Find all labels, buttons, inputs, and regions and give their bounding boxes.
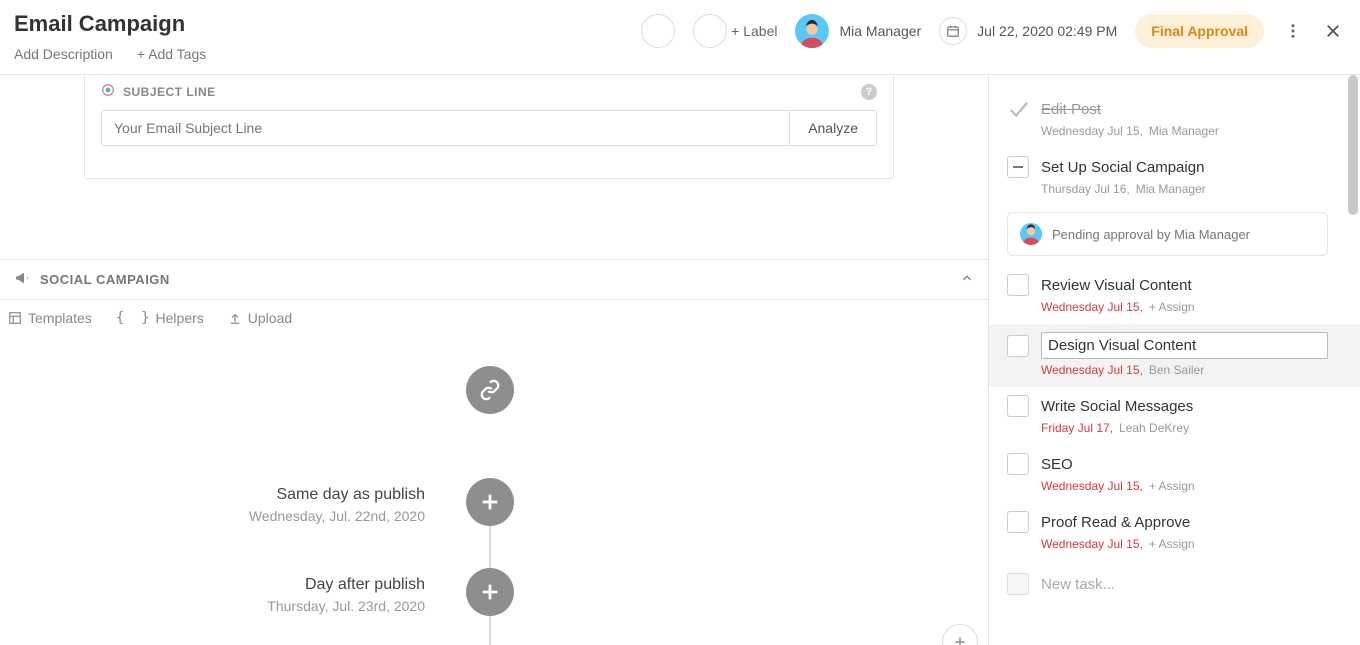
task-due-3: Wednesday Jul 15,: [1041, 363, 1143, 377]
approval-text: Pending approval by Mia Manager: [1052, 227, 1250, 242]
add-slot-0-button[interactable]: [466, 478, 514, 526]
task-due-6: Wednesday Jul 15,: [1041, 537, 1143, 551]
page-title[interactable]: Email Campaign: [14, 10, 641, 38]
task-due-5: Wednesday Jul 15,: [1041, 479, 1143, 493]
task-check-2[interactable]: [1007, 274, 1029, 296]
templates-button[interactable]: Templates: [8, 310, 92, 326]
task-item-1[interactable]: Set Up Social Campaign Thursday Jul 16, …: [989, 148, 1360, 206]
add-slot-1-button[interactable]: [466, 568, 514, 616]
social-section-label: SOCIAL CAMPAIGN: [40, 272, 170, 287]
megaphone-icon: [14, 270, 30, 289]
new-task-row[interactable]: New task...: [989, 561, 1360, 607]
helpers-button[interactable]: { } Helpers: [116, 310, 204, 326]
subject-head: SUBJECT LINE ?: [101, 83, 877, 100]
task-title-6: Proof Read & Approve: [1041, 514, 1190, 531]
task-item-5[interactable]: SEO Wednesday Jul 15, + Assign: [989, 445, 1360, 503]
owner-segment[interactable]: Mia Manager: [795, 14, 921, 48]
templates-label: Templates: [28, 310, 92, 326]
task-due-2: Wednesday Jul 15,: [1041, 300, 1143, 314]
upload-label: Upload: [248, 310, 292, 326]
task-title-4: Write Social Messages: [1041, 398, 1193, 415]
task-title-input-3[interactable]: [1041, 332, 1328, 359]
link-button[interactable]: [466, 366, 514, 414]
owner-name: Mia Manager: [839, 23, 921, 39]
new-task-placeholder: New task...: [1041, 576, 1115, 593]
task-assignee-4[interactable]: Leah DeKrey: [1119, 421, 1189, 435]
task-due-0: Wednesday Jul 15,: [1041, 124, 1143, 138]
slot-1-title: Day after publish: [200, 576, 425, 594]
slot-1-date: Thursday, Jul. 23rd, 2020: [200, 598, 425, 614]
owner-avatar: [795, 14, 829, 48]
task-item-0[interactable]: Edit Post Wednesday Jul 15, Mia Manager: [989, 90, 1360, 148]
subject-row: Analyze: [101, 110, 877, 146]
task-item-6[interactable]: Proof Read & Approve Wednesday Jul 15, +…: [989, 503, 1360, 561]
timeline-connector-1: [489, 616, 491, 645]
approval-avatar: [1020, 223, 1042, 245]
subject-input[interactable]: [102, 111, 789, 145]
slot-0-title: Same day as publish: [200, 486, 425, 504]
task-assignee-0[interactable]: Mia Manager: [1149, 124, 1219, 138]
task-assignee-6[interactable]: + Assign: [1149, 537, 1195, 551]
label-swatch: [693, 14, 727, 48]
task-check-done-icon[interactable]: [1007, 98, 1029, 120]
chevron-up-icon[interactable]: [960, 271, 974, 288]
task-assignee-2[interactable]: + Assign: [1149, 300, 1195, 314]
task-check-indeterminate[interactable]: [1007, 156, 1029, 178]
task-item-3[interactable]: Wednesday Jul 15, Ben Sailer: [989, 324, 1360, 387]
slot-1: Day after publish Thursday, Jul. 23rd, 2…: [200, 576, 425, 614]
task-title-0: Edit Post: [1041, 101, 1101, 118]
task-assignee-5[interactable]: + Assign: [1149, 479, 1195, 493]
add-floating-button[interactable]: [942, 624, 978, 645]
task-due-4: Friday Jul 17,: [1041, 421, 1113, 435]
add-tags[interactable]: + Add Tags: [137, 46, 206, 62]
subheader: Add Description + Add Tags: [14, 46, 641, 62]
task-assignee-3[interactable]: Ben Sailer: [1149, 363, 1204, 377]
task-check-6[interactable]: [1007, 511, 1029, 533]
add-label: + Label: [731, 23, 777, 39]
new-task-check: [1007, 573, 1029, 595]
left-column: SUBJECT LINE ? Analyze SOCIAL CAMPAIGN: [0, 75, 988, 645]
scrollbar-thumb[interactable]: [1348, 75, 1358, 215]
analyze-button[interactable]: Analyze: [789, 111, 876, 145]
task-due-1: Thursday Jul 16,: [1041, 182, 1130, 196]
task-title-2: Review Visual Content: [1041, 277, 1192, 294]
upload-button[interactable]: Upload: [228, 310, 292, 326]
task-check-4[interactable]: [1007, 395, 1029, 417]
more-menu-icon[interactable]: [1282, 20, 1304, 42]
main: SUBJECT LINE ? Analyze SOCIAL CAMPAIGN: [0, 75, 1360, 645]
task-item-2[interactable]: Review Visual Content Wednesday Jul 15, …: [989, 266, 1360, 324]
task-assignee-1[interactable]: Mia Manager: [1136, 182, 1206, 196]
final-approval-button[interactable]: Final Approval: [1135, 14, 1264, 48]
social-section-header[interactable]: SOCIAL CAMPAIGN: [0, 259, 988, 300]
header: Email Campaign Add Description + Add Tag…: [0, 0, 1360, 75]
header-left: Email Campaign Add Description + Add Tag…: [14, 10, 641, 62]
target-icon: [101, 83, 115, 100]
add-description[interactable]: Add Description: [14, 46, 113, 62]
slot-0-date: Wednesday, Jul. 22nd, 2020: [200, 508, 425, 524]
close-icon[interactable]: [1322, 20, 1344, 42]
color-swatch-1[interactable]: [641, 14, 675, 48]
timeline: Same day as publish Wednesday, Jul. 22nd…: [0, 336, 988, 645]
task-sidebar: Edit Post Wednesday Jul 15, Mia Manager …: [988, 75, 1360, 645]
task-title-5: SEO: [1041, 456, 1073, 473]
task-check-5[interactable]: [1007, 453, 1029, 475]
slot-0: Same day as publish Wednesday, Jul. 22nd…: [200, 486, 425, 524]
help-icon[interactable]: ?: [861, 84, 877, 100]
header-right: + Label Mia Manager Jul 22, 2020 02:49 P…: [641, 14, 1344, 48]
approval-banner[interactable]: Pending approval by Mia Manager: [1007, 212, 1328, 256]
subject-label: SUBJECT LINE: [123, 85, 216, 99]
social-toolbar: Templates { } Helpers Upload: [0, 300, 988, 336]
label-segment[interactable]: + Label: [693, 14, 777, 48]
task-check-3[interactable]: [1007, 335, 1029, 357]
schedule-date: Jul 22, 2020 02:49 PM: [977, 23, 1117, 39]
date-segment[interactable]: Jul 22, 2020 02:49 PM: [939, 17, 1117, 45]
task-title-1: Set Up Social Campaign: [1041, 159, 1204, 176]
timeline-connector-0: [489, 526, 491, 568]
subject-card: SUBJECT LINE ? Analyze: [84, 75, 894, 179]
helpers-label: Helpers: [156, 310, 204, 326]
calendar-icon: [939, 17, 967, 45]
task-item-4[interactable]: Write Social Messages Friday Jul 17, Lea…: [989, 387, 1360, 445]
